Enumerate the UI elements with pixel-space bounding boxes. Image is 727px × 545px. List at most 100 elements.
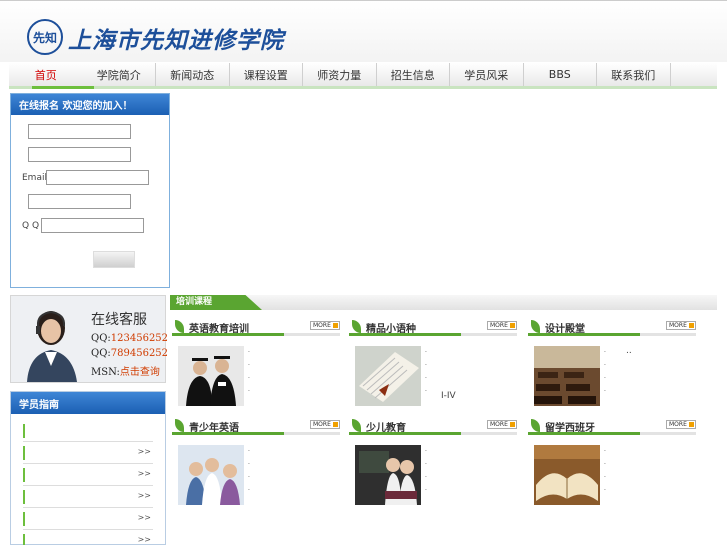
nav-item-about[interactable]: 学院简介 bbox=[83, 63, 156, 86]
card-list-bullets: · · · · bbox=[604, 448, 606, 494]
open-book-photo[interactable] bbox=[534, 445, 600, 505]
arrow-icon: >> bbox=[137, 469, 151, 478]
service-qq2: QQ:789456252 bbox=[91, 348, 168, 359]
card-accent-bar bbox=[172, 432, 284, 435]
card-list-bullets: · · · · bbox=[248, 349, 250, 395]
logo-seal-icon: 先知 bbox=[27, 19, 63, 55]
student-guide-panel: 学员指南 >> >> >> >> >> bbox=[10, 391, 166, 545]
nav-item-students[interactable]: 学员风采 bbox=[450, 63, 524, 86]
schoolgirls-photo[interactable] bbox=[355, 445, 421, 505]
guide-row[interactable]: >> bbox=[23, 442, 153, 464]
main-nav: 首页 学院简介 新闻动态 课程设置 师资力量 招生信息 学员风采 BBS 联系我… bbox=[9, 63, 717, 89]
bullet-icon bbox=[23, 534, 25, 545]
msn-label: MSN: bbox=[91, 367, 120, 378]
course-card-spain: 留学西班牙 MORE · · · · bbox=[528, 417, 696, 513]
bullet-icon bbox=[23, 424, 25, 438]
course-card-design: 设计殿堂 MORE · · · · .. bbox=[528, 318, 696, 414]
card-accent-bar bbox=[349, 333, 461, 336]
site-header: 先知 上海市先知进修学院 bbox=[0, 0, 727, 62]
qq-field[interactable] bbox=[41, 218, 144, 233]
card-list-bullets: · · · · bbox=[425, 349, 427, 395]
name-field[interactable] bbox=[28, 124, 131, 139]
more-button[interactable]: MORE bbox=[487, 321, 517, 330]
leaf-icon bbox=[175, 419, 184, 432]
qq2-label: QQ: bbox=[91, 348, 111, 359]
card-header: 青少年英语 MORE bbox=[172, 417, 340, 435]
online-service-panel: 在线客服 QQ:123456252 QQ:789456252 MSN:点击查询 bbox=[10, 295, 168, 383]
registration-panel: 在线报名 欢迎您的加入！ Email Q Q bbox=[10, 93, 170, 288]
card-header: 设计殿堂 MORE bbox=[528, 318, 696, 336]
card-accent-bar bbox=[528, 333, 640, 336]
nav-active-indicator bbox=[32, 86, 94, 89]
card-header: 精品小语种 MORE bbox=[349, 318, 517, 336]
arrow-icon: >> bbox=[137, 535, 151, 544]
course-card-children: 少儿教育 MORE · · · · bbox=[349, 417, 517, 513]
card-header: 留学西班牙 MORE bbox=[528, 417, 696, 435]
msn-value[interactable]: 点击查询 bbox=[120, 367, 160, 378]
guide-row[interactable]: >> bbox=[23, 486, 153, 508]
qq-label: Q Q bbox=[22, 221, 40, 231]
more-button[interactable]: MORE bbox=[310, 420, 340, 429]
classroom-photo[interactable] bbox=[534, 346, 600, 406]
bullet-icon bbox=[23, 512, 25, 526]
students-photo[interactable] bbox=[178, 445, 244, 505]
nav-item-bbs[interactable]: BBS bbox=[524, 63, 597, 86]
leaf-icon bbox=[531, 419, 540, 432]
service-qq1: QQ:123456252 bbox=[91, 333, 168, 344]
guide-row[interactable]: >> bbox=[23, 464, 153, 486]
guide-row[interactable]: >> bbox=[23, 530, 153, 545]
course-card-english: 英语教育培训 MORE · · · · bbox=[172, 318, 340, 414]
qq1-value[interactable]: 123456252 bbox=[111, 333, 168, 344]
email-label: Email bbox=[22, 173, 47, 183]
nav-item-news[interactable]: 新闻动态 bbox=[156, 63, 230, 86]
nav-item-home[interactable]: 首页 bbox=[9, 63, 83, 86]
card-header: 少儿教育 MORE bbox=[349, 417, 517, 435]
submit-button[interactable] bbox=[93, 251, 135, 268]
arrow-icon: >> bbox=[137, 513, 151, 522]
registration-title: 在线报名 欢迎您的加入！ bbox=[11, 94, 169, 115]
more-button[interactable]: MORE bbox=[666, 420, 696, 429]
more-button[interactable]: MORE bbox=[666, 321, 696, 330]
card-accent-bar bbox=[528, 432, 640, 435]
guide-row[interactable] bbox=[23, 420, 153, 442]
card-accent-bar bbox=[349, 432, 461, 435]
more-button[interactable]: MORE bbox=[310, 321, 340, 330]
nav-item-teachers[interactable]: 师资力量 bbox=[303, 63, 377, 86]
service-msn: MSN:点击查询 bbox=[91, 363, 160, 378]
email-field[interactable] bbox=[46, 170, 149, 185]
bullet-icon bbox=[23, 468, 25, 482]
graduates-photo[interactable] bbox=[178, 346, 244, 406]
card-header: 英语教育培训 MORE bbox=[172, 318, 340, 336]
bullet-icon bbox=[23, 490, 25, 504]
qq1-label: QQ: bbox=[91, 333, 111, 344]
course-card-minor-languages: 精品小语种 MORE · · · · I-IV bbox=[349, 318, 517, 414]
nav-item-admissions[interactable]: 招生信息 bbox=[377, 63, 450, 86]
card-list-bullets: · · · · bbox=[248, 448, 250, 494]
nav-item-courses[interactable]: 课程设置 bbox=[230, 63, 303, 86]
leaf-icon bbox=[531, 320, 540, 333]
card-note: .. bbox=[626, 346, 632, 356]
arrow-icon: >> bbox=[137, 447, 151, 456]
guide-row[interactable]: >> bbox=[23, 508, 153, 530]
site-name[interactable]: 上海市先知进修学院 bbox=[68, 21, 284, 55]
card-list-bullets: · · · · bbox=[604, 349, 606, 395]
leaf-icon bbox=[352, 419, 361, 432]
bullet-icon bbox=[23, 446, 25, 460]
card-accent-bar bbox=[172, 333, 284, 336]
arrow-icon: >> bbox=[137, 491, 151, 500]
service-agent-icon bbox=[27, 310, 77, 382]
card-list-bullets: · · · · bbox=[425, 448, 427, 494]
qq2-value[interactable]: 789456252 bbox=[111, 348, 168, 359]
service-title: 在线客服 bbox=[91, 312, 147, 328]
courses-section-bar: 培训课程 bbox=[170, 295, 717, 310]
book-photo[interactable] bbox=[355, 346, 421, 406]
course-field[interactable] bbox=[28, 194, 131, 209]
card-note: I-IV bbox=[441, 391, 456, 401]
leaf-icon bbox=[175, 320, 184, 333]
phone-field[interactable] bbox=[28, 147, 131, 162]
leaf-icon bbox=[352, 320, 361, 333]
courses-section-title: 培训课程 bbox=[170, 295, 262, 310]
guide-title: 学员指南 bbox=[11, 392, 165, 414]
nav-item-contact[interactable]: 联系我们 bbox=[597, 63, 671, 86]
more-button[interactable]: MORE bbox=[487, 420, 517, 429]
